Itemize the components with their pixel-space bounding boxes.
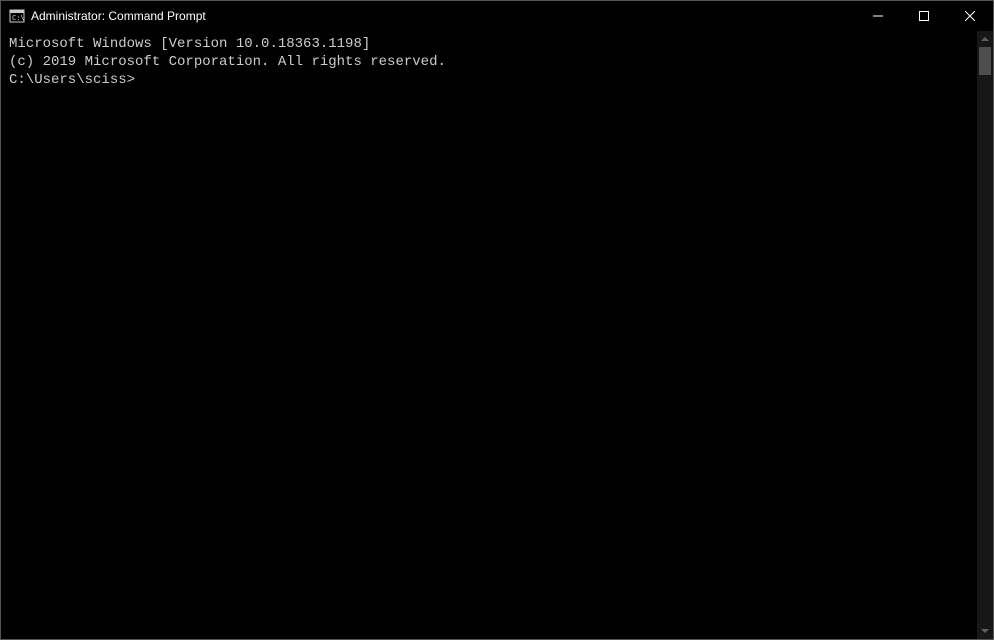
scroll-thumb[interactable] xyxy=(979,47,991,75)
window-title: Administrator: Command Prompt xyxy=(31,9,206,23)
scroll-track[interactable] xyxy=(977,47,993,623)
cmd-icon: C:\ xyxy=(9,8,25,24)
svg-text:C:\: C:\ xyxy=(12,14,25,22)
titlebar[interactable]: C:\ Administrator: Command Prompt xyxy=(1,1,993,31)
scroll-up-arrow-icon[interactable] xyxy=(977,31,993,47)
version-line: Microsoft Windows [Version 10.0.18363.11… xyxy=(9,35,969,53)
cursor xyxy=(135,73,143,88)
prompt-line: C:\Users\sciss> xyxy=(9,71,969,89)
minimize-button[interactable] xyxy=(855,1,901,31)
close-button[interactable] xyxy=(947,1,993,31)
window-controls xyxy=(855,1,993,31)
copyright-line: (c) 2019 Microsoft Corporation. All righ… xyxy=(9,53,969,71)
titlebar-left: C:\ Administrator: Command Prompt xyxy=(9,8,206,24)
copyright-period: . xyxy=(437,54,445,70)
maximize-button[interactable] xyxy=(901,1,947,31)
prompt-text: C:\Users\sciss> xyxy=(9,72,135,88)
scroll-down-arrow-icon[interactable] xyxy=(977,623,993,639)
command-prompt-window: C:\ Administrator: Command Prompt xyxy=(0,0,994,640)
content-area: Microsoft Windows [Version 10.0.18363.11… xyxy=(1,31,993,639)
terminal-output[interactable]: Microsoft Windows [Version 10.0.18363.11… xyxy=(1,31,977,639)
vertical-scrollbar[interactable] xyxy=(977,31,993,639)
copyright-text: (c) 2019 Microsoft Corporation. All righ… xyxy=(9,54,437,70)
